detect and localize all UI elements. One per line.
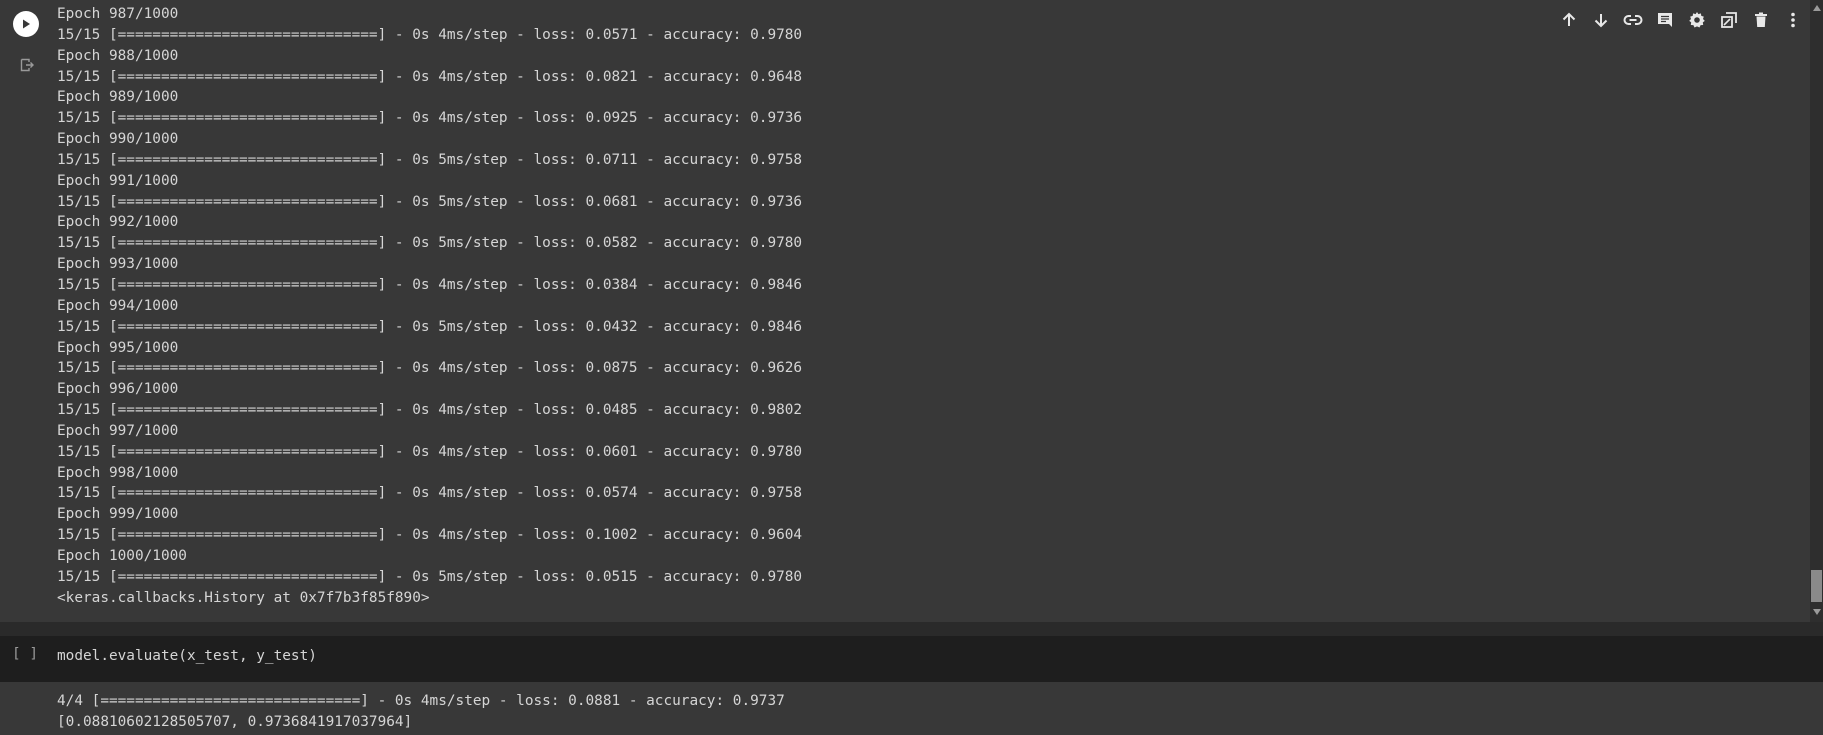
output-line: 15/15 [==============================] -… — [57, 318, 803, 335]
output-line: 15/15 [==============================] -… — [57, 443, 803, 460]
output-line: 15/15 [==============================] -… — [57, 235, 803, 252]
output-line: 15/15 [==============================] -… — [57, 485, 803, 502]
output-line: Epoch 990/1000 — [57, 131, 179, 148]
output-options-button[interactable] — [17, 55, 37, 75]
mirror-cell-button[interactable] — [1714, 6, 1744, 34]
output-line: Epoch 996/1000 — [57, 381, 179, 398]
cell-settings-button[interactable] — [1682, 6, 1712, 34]
output-line: Epoch 999/1000 — [57, 506, 179, 523]
run-cell-button[interactable] — [13, 11, 39, 37]
cell-toolbar — [1554, 6, 1808, 34]
cell-output-area: Epoch 987/1000 15/15 [===================… — [0, 0, 1810, 622]
arrow-up-icon — [1562, 12, 1576, 26]
output-line: 15/15 [==============================] -… — [57, 151, 803, 168]
output-line: 15/15 [==============================] -… — [57, 26, 803, 43]
output-line: 15/15 [==============================] -… — [57, 193, 803, 210]
output-line: <keras.callbacks.History at 0x7f7b3f85f8… — [57, 589, 430, 606]
output-line: Epoch 992/1000 — [57, 214, 179, 231]
output-line: Epoch 993/1000 — [57, 256, 179, 273]
add-comment-button[interactable] — [1650, 6, 1680, 34]
comment-icon — [1658, 13, 1672, 27]
output-line: Epoch 994/1000 — [57, 297, 179, 314]
output-line: Epoch 987/1000 — [57, 6, 179, 22]
output-line: 15/15 [==============================] -… — [57, 527, 803, 544]
scroll-up-icon — [1812, 5, 1821, 11]
move-cell-down-button[interactable] — [1586, 6, 1616, 34]
output-line: Epoch 988/1000 — [57, 47, 179, 64]
copy-link-button[interactable] — [1618, 6, 1648, 34]
output-scrollbar[interactable] — [1810, 0, 1823, 622]
scroll-down-arrow[interactable] — [1811, 606, 1822, 618]
more-actions-button[interactable] — [1778, 6, 1808, 34]
output-line: 15/15 [==============================] -… — [57, 110, 803, 127]
clear-output-icon — [20, 58, 34, 72]
evaluate-output: 4/4 [==============================] - 0… — [57, 691, 785, 733]
output-line: 15/15 [==============================] -… — [57, 360, 803, 377]
output-line: Epoch 997/1000 — [57, 422, 179, 439]
training-log: Epoch 987/1000 15/15 [===================… — [57, 4, 802, 608]
link-icon — [1623, 15, 1643, 25]
more-vert-icon — [1791, 12, 1795, 28]
delete-cell-button[interactable] — [1746, 6, 1776, 34]
code-cell: [ ] model.evaluate(x_test, y_test) 4/4 [… — [0, 636, 1823, 735]
output-line: Epoch 991/1000 — [57, 172, 179, 189]
scroll-down-icon — [1812, 609, 1821, 615]
cell-divider — [0, 622, 1823, 636]
arrow-down-icon — [1594, 14, 1608, 28]
output-line: 15/15 [==============================] -… — [57, 276, 803, 293]
mirror-icon — [1721, 12, 1737, 28]
play-icon — [23, 19, 30, 29]
output-line: Epoch 989/1000 — [57, 89, 179, 106]
output-line: Epoch 1000/1000 — [57, 547, 187, 564]
gear-icon — [1689, 12, 1705, 28]
cell-gutter — [0, 0, 52, 622]
output-line: 4/4 [==============================] - 0… — [57, 693, 785, 709]
execution-count[interactable]: [ ] — [12, 646, 38, 662]
output-line: Epoch 995/1000 — [57, 339, 179, 356]
scroll-thumb[interactable] — [1811, 570, 1822, 602]
output-cell: Epoch 987/1000 15/15 [===================… — [0, 0, 1823, 622]
trash-icon — [1755, 12, 1767, 27]
output-line: 15/15 [==============================] -… — [57, 568, 803, 585]
code-editor[interactable]: [ ] model.evaluate(x_test, y_test) — [0, 636, 1823, 682]
output-line: 15/15 [==============================] -… — [57, 68, 803, 85]
output-line: 15/15 [==============================] -… — [57, 402, 803, 419]
output-line: [0.08810602128505707, 0.9736841917037964… — [57, 713, 413, 730]
output-line: Epoch 998/1000 — [57, 464, 179, 481]
scroll-up-arrow[interactable] — [1811, 2, 1822, 14]
move-cell-up-button[interactable] — [1554, 6, 1584, 34]
code-input[interactable]: model.evaluate(x_test, y_test) — [57, 648, 317, 664]
